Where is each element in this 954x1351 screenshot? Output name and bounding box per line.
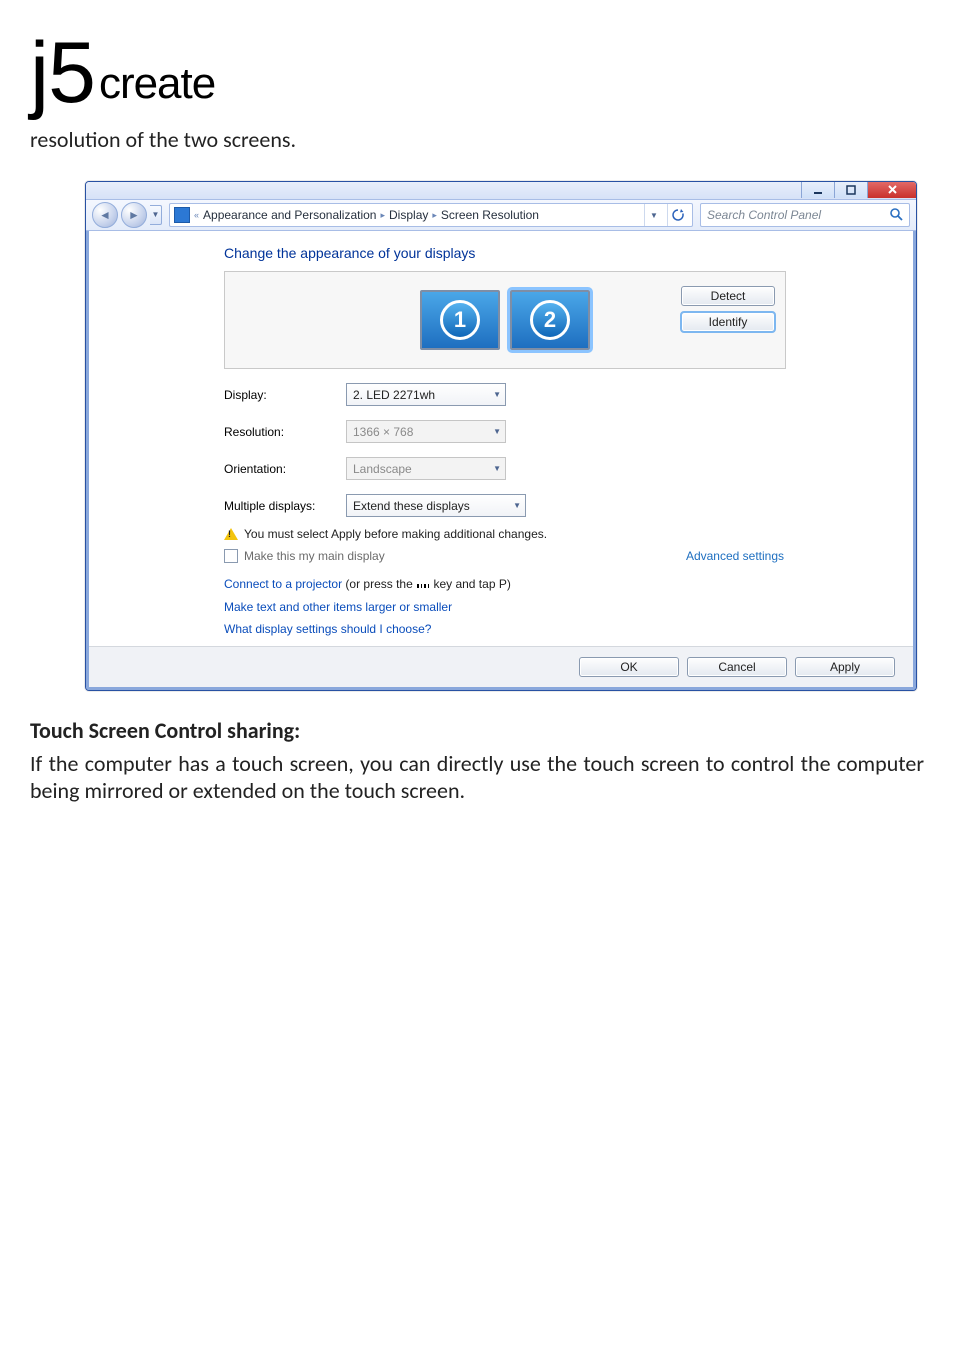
dialog-button-row: OK Cancel Apply <box>89 646 913 687</box>
connect-projector-link[interactable]: Connect to a projector <box>224 577 342 591</box>
control-panel-icon <box>174 207 190 223</box>
projector-link-line: Connect to a projector (or press the key… <box>224 577 885 592</box>
search-placeholder: Search Control Panel <box>707 208 821 222</box>
nav-history-dropdown[interactable]: ▼ <box>150 205 162 225</box>
orientation-value: Landscape <box>353 462 412 476</box>
orientation-dropdown[interactable]: Landscape ▼ <box>346 457 506 480</box>
checkbox-icon <box>224 549 238 563</box>
breadcrumb-item-appearance[interactable]: Appearance and Personalization <box>203 208 376 222</box>
breadcrumb-item-screenres[interactable]: Screen Resolution <box>441 208 539 222</box>
brand-logo: j5 create <box>30 30 924 116</box>
display-value: 2. LED 2271wh <box>353 388 435 402</box>
brand-j5: j5 <box>30 30 95 116</box>
label-resolution: Resolution: <box>224 425 346 439</box>
window-content: Change the appearance of your displays 1… <box>89 231 913 646</box>
breadcrumb-item-display[interactable]: Display <box>389 208 428 222</box>
chevron-down-icon: ▼ <box>493 464 501 473</box>
make-main-label: Make this my main display <box>244 549 385 563</box>
resolution-dropdown[interactable]: 1366 × 768 ▼ <box>346 420 506 443</box>
address-dropdown-icon[interactable]: ▼ <box>644 204 663 226</box>
chevron-down-icon: ▼ <box>513 501 521 510</box>
label-multiple-displays: Multiple displays: <box>224 499 346 513</box>
touch-heading: Touch Screen Control sharing: <box>30 717 924 744</box>
touch-body: If the computer has a touch screen, you … <box>30 750 924 804</box>
breadcrumb-back-chevron: « <box>194 210 199 220</box>
search-input[interactable]: Search Control Panel <box>700 203 910 227</box>
warning-icon <box>224 528 238 540</box>
nav-back-button[interactable]: ◄ <box>92 202 118 228</box>
window-minimize-button[interactable] <box>801 181 834 198</box>
chevron-down-icon: ▼ <box>493 390 501 399</box>
resolution-value: 1366 × 768 <box>353 425 413 439</box>
window-maximize-button[interactable] <box>834 181 867 198</box>
make-main-checkbox[interactable]: Make this my main display <box>224 549 385 563</box>
page-heading: Change the appearance of your displays <box>224 245 885 261</box>
monitor-1-number: 1 <box>440 300 480 340</box>
nav-forward-button[interactable]: ► <box>121 202 147 228</box>
label-orientation: Orientation: <box>224 462 346 476</box>
breadcrumb-sep: ▸ <box>432 210 437 221</box>
projector-hint-c: key and tap P) <box>430 577 511 591</box>
address-bar-row: ◄ ► ▼ « Appearance and Personalization ▸… <box>86 200 916 231</box>
breadcrumb-address[interactable]: « Appearance and Personalization ▸ Displ… <box>169 203 693 227</box>
detect-button[interactable]: Detect <box>681 286 775 306</box>
display-help-link[interactable]: What display settings should I choose? <box>224 622 885 636</box>
monitor-1[interactable]: 1 <box>420 290 500 350</box>
monitor-2-number: 2 <box>530 300 570 340</box>
identify-button[interactable]: Identify <box>681 312 775 332</box>
monitor-2[interactable]: 2 <box>510 290 590 350</box>
projector-hint-a: (or press the <box>342 577 416 591</box>
screen-resolution-window: ◄ ► ▼ « Appearance and Personalization ▸… <box>85 181 917 691</box>
display-arrangement-stage[interactable]: 1 2 Detect Identify <box>224 271 786 369</box>
multiple-displays-value: Extend these displays <box>353 499 470 513</box>
text-size-link[interactable]: Make text and other items larger or smal… <box>224 600 885 614</box>
cancel-button[interactable]: Cancel <box>687 657 787 677</box>
multiple-displays-dropdown[interactable]: Extend these displays ▼ <box>346 494 526 517</box>
intro-text: resolution of the two screens. <box>30 126 924 153</box>
label-display: Display: <box>224 388 346 402</box>
advanced-settings-link[interactable]: Advanced settings <box>686 549 784 563</box>
breadcrumb-sep: ▸ <box>380 210 385 221</box>
warning-text: You must select Apply before making addi… <box>244 527 547 541</box>
display-dropdown[interactable]: 2. LED 2271wh ▼ <box>346 383 506 406</box>
window-titlebar[interactable] <box>86 182 916 200</box>
ok-button[interactable]: OK <box>579 657 679 677</box>
windows-key-icon <box>416 580 430 592</box>
apply-warning: You must select Apply before making addi… <box>224 527 885 541</box>
search-icon <box>889 207 903 224</box>
window-close-button[interactable] <box>867 181 916 198</box>
chevron-down-icon: ▼ <box>493 427 501 436</box>
brand-create: create <box>99 62 215 106</box>
apply-button[interactable]: Apply <box>795 657 895 677</box>
refresh-icon[interactable] <box>667 204 688 226</box>
